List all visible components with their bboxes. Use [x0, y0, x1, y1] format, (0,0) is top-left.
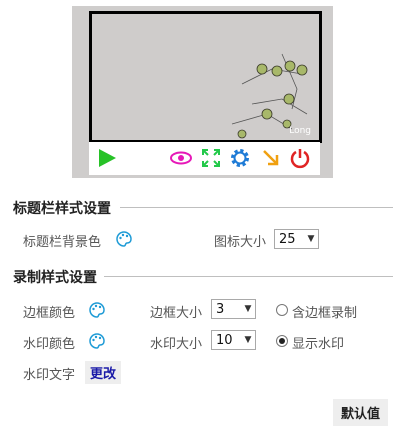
preview-watermark: Long: [289, 126, 311, 136]
palette-icon[interactable]: [88, 332, 106, 350]
border-size-label: 边框大小: [150, 306, 203, 321]
arrow-down-right-icon[interactable]: [259, 146, 283, 170]
watermark-color-label: 水印颜色: [23, 337, 76, 352]
palette-icon[interactable]: [88, 301, 106, 319]
preview-wallpaper: [231, 53, 308, 139]
gear-icon[interactable]: [228, 146, 252, 170]
border-size-select[interactable]: 3 ▼: [211, 299, 256, 319]
include-border-radio[interactable]: [276, 304, 288, 316]
power-icon[interactable]: [288, 146, 312, 170]
show-watermark-label[interactable]: 显示水印: [292, 333, 344, 352]
chevron-down-icon: ▼: [244, 304, 252, 314]
icon-size-value: 25: [279, 231, 296, 247]
watermark-size-select[interactable]: 10 ▼: [211, 330, 256, 350]
watermark-size-label: 水印大小: [150, 337, 203, 352]
titlebar-bg-color-label: 标题栏背景色: [23, 235, 102, 250]
palette-icon[interactable]: [115, 230, 133, 248]
icon-size-label: 图标大小: [214, 235, 267, 250]
chevron-down-icon: ▼: [307, 234, 315, 244]
section-divider: [104, 276, 393, 277]
play-icon[interactable]: [95, 146, 119, 170]
change-watermark-button[interactable]: 更改: [85, 361, 122, 384]
fullscreen-icon[interactable]: [199, 146, 223, 170]
record-section-title: 录制样式设置: [13, 270, 97, 286]
include-border-label[interactable]: 含边框录制: [292, 302, 357, 321]
default-button[interactable]: 默认值: [333, 399, 389, 426]
show-watermark-radio[interactable]: [276, 335, 288, 347]
eye-icon[interactable]: [169, 146, 193, 170]
preview-screen: Long: [89, 11, 322, 143]
icon-size-select[interactable]: 25 ▼: [274, 229, 319, 249]
chevron-down-icon: ▼: [244, 335, 252, 345]
border-size-value: 3: [216, 301, 225, 317]
preview-toolbar: [89, 142, 320, 175]
watermark-text-label: 水印文字: [23, 368, 76, 383]
watermark-size-value: 10: [216, 332, 233, 348]
section-divider: [120, 207, 393, 208]
border-color-label: 边框颜色: [23, 306, 76, 321]
titlebar-section-title: 标题栏样式设置: [13, 201, 111, 217]
